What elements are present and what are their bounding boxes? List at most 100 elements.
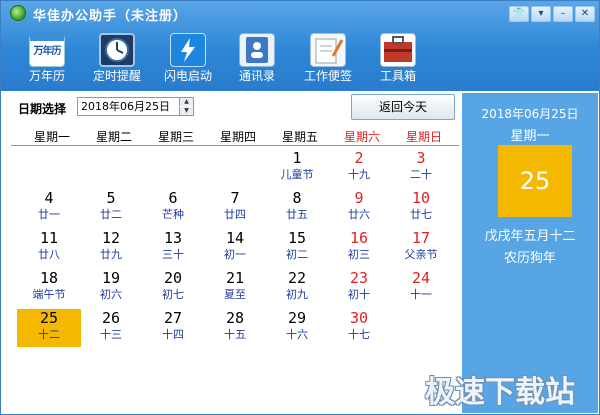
weekday-tue: 星期二 bbox=[95, 130, 132, 144]
lunar-label: 廿二 bbox=[100, 208, 122, 221]
lunar-label: 十一 bbox=[410, 288, 432, 301]
day-number: 6 bbox=[168, 189, 178, 207]
day-number: 15 bbox=[287, 229, 307, 247]
tool-calendar[interactable]: 万年历 万年历 bbox=[15, 31, 79, 87]
calendar-day[interactable]: 27 十四 bbox=[141, 309, 205, 347]
day-number: 10 bbox=[411, 189, 431, 207]
calendar-day[interactable]: 7 廿四 bbox=[203, 189, 267, 227]
day-number: 19 bbox=[101, 269, 121, 287]
calendar-day[interactable]: 4 廿一 bbox=[17, 189, 81, 227]
lunar-label: 初十 bbox=[348, 288, 370, 301]
calendar-day[interactable]: 28 十五 bbox=[203, 309, 267, 347]
day-number: 1 bbox=[292, 149, 302, 167]
lunar-label: 廿六 bbox=[348, 208, 370, 221]
menu-icon[interactable]: ▾ bbox=[531, 6, 551, 22]
calendar-grid: 1 儿童节 2 十九 3 二十 4 廿一 5 廿二 6 芒种 7 廿四 8 廿五 9 廿六 10 廿七 11 廿八 12 廿九… bbox=[11, 149, 459, 349]
day-number: 3 bbox=[416, 149, 426, 167]
calendar-day[interactable]: 9 廿六 bbox=[327, 189, 391, 227]
calendar-day[interactable]: 3 二十 bbox=[389, 149, 453, 187]
day-number: 27 bbox=[163, 309, 183, 327]
lunar-label: 十五 bbox=[224, 328, 246, 341]
detail-ganzhi-date: 戊戌年五月十二 bbox=[484, 229, 576, 244]
calendar-day[interactable]: 6 芒种 bbox=[141, 189, 205, 227]
back-to-today-button[interactable]: 返回今天 bbox=[351, 94, 455, 120]
lunar-label: 端午节 bbox=[32, 288, 66, 301]
calendar-day-selected[interactable]: 25 十二 bbox=[17, 309, 81, 347]
calendar-day[interactable]: 17 父亲节 bbox=[389, 229, 453, 267]
weekday-sat: 星期六 bbox=[343, 130, 380, 144]
calendar-icon: 万年历 bbox=[29, 33, 65, 67]
day-number: 14 bbox=[225, 229, 245, 247]
tool-work-notes[interactable]: 工作便签 bbox=[296, 31, 360, 87]
lunar-label: 夏至 bbox=[224, 288, 246, 301]
lunar-label: 初九 bbox=[286, 288, 308, 301]
lunar-label: 廿五 bbox=[286, 208, 308, 221]
lunar-label: 廿八 bbox=[38, 248, 60, 261]
spin-down-icon[interactable]: ▼ bbox=[179, 107, 193, 115]
calendar-day[interactable]: 15 初二 bbox=[265, 229, 329, 267]
calendar-day[interactable]: 21 夏至 bbox=[203, 269, 267, 307]
lunar-label: 廿七 bbox=[410, 208, 432, 221]
calendar-day[interactable]: 22 初九 bbox=[265, 269, 329, 307]
day-number: 30 bbox=[349, 309, 369, 327]
calendar-day[interactable]: 20 初七 bbox=[141, 269, 205, 307]
tool-quick-launch[interactable]: 闪电启动 bbox=[156, 31, 220, 87]
calendar-day[interactable]: 10 廿七 bbox=[389, 189, 453, 227]
lunar-label: 十二 bbox=[38, 328, 60, 341]
day-number: 20 bbox=[163, 269, 183, 287]
tool-timer-reminder[interactable]: 定时提醒 bbox=[85, 31, 149, 87]
skin-icon[interactable]: 👕 bbox=[509, 6, 529, 22]
tool-timer-reminder-label: 定时提醒 bbox=[92, 69, 141, 83]
lunar-label: 初二 bbox=[286, 248, 308, 261]
title-toolbar: 华佳办公助手（未注册） 👕 ▾ – ✕ 万年历 万年历 定时提醒 闪电启动 通讯… bbox=[1, 1, 599, 91]
calendar-day[interactable]: 11 廿八 bbox=[17, 229, 81, 267]
calendar-day[interactable]: 30 十七 bbox=[327, 309, 391, 347]
lunar-label: 廿九 bbox=[100, 248, 122, 261]
calendar-day[interactable]: 13 三十 bbox=[141, 229, 205, 267]
calendar-day[interactable]: 19 初六 bbox=[79, 269, 143, 307]
calendar-day[interactable]: 2 十九 bbox=[327, 149, 391, 187]
calendar-day[interactable]: 12 廿九 bbox=[79, 229, 143, 267]
day-number: 18 bbox=[39, 269, 59, 287]
weekday-fri: 星期五 bbox=[281, 130, 318, 144]
tool-quick-launch-label: 闪电启动 bbox=[163, 69, 212, 83]
minimize-icon[interactable]: – bbox=[553, 6, 573, 22]
tool-calendar-label: 万年历 bbox=[28, 69, 65, 83]
date-picker-value: 2018年06月25日 bbox=[81, 100, 170, 113]
weekday-mon: 星期一 bbox=[33, 130, 70, 144]
lunar-label: 十七 bbox=[348, 328, 370, 341]
calendar-day[interactable]: 14 初一 bbox=[203, 229, 267, 267]
lunar-label: 父亲节 bbox=[404, 248, 438, 261]
day-number: 12 bbox=[101, 229, 121, 247]
calendar-day[interactable]: 5 廿二 bbox=[79, 189, 143, 227]
calendar-day[interactable]: 24 十一 bbox=[389, 269, 453, 307]
calendar-day[interactable]: 23 初十 bbox=[327, 269, 391, 307]
date-picker-input[interactable]: 2018年06月25日 ▲ ▼ bbox=[77, 97, 194, 116]
lunar-label: 初一 bbox=[224, 248, 246, 261]
detail-date: 2018年06月25日 bbox=[481, 107, 579, 121]
lunar-label: 三十 bbox=[162, 248, 184, 261]
tool-contacts[interactable]: 通讯录 bbox=[225, 31, 289, 87]
day-number: 25 bbox=[39, 309, 59, 327]
weekday-sun: 星期日 bbox=[405, 130, 442, 144]
lunar-label: 儿童节 bbox=[280, 168, 314, 181]
close-icon[interactable]: ✕ bbox=[575, 6, 595, 22]
tool-toolbox[interactable]: 工具箱 bbox=[366, 31, 430, 87]
calendar-day[interactable]: 8 廿五 bbox=[265, 189, 329, 227]
calendar-day[interactable]: 26 十三 bbox=[79, 309, 143, 347]
day-number: 9 bbox=[354, 189, 364, 207]
calendar-day[interactable]: 18 端午节 bbox=[17, 269, 81, 307]
calendar-day[interactable]: 16 初三 bbox=[327, 229, 391, 267]
day-number: 13 bbox=[163, 229, 183, 247]
lunar-label: 十四 bbox=[162, 328, 184, 341]
day-number: 21 bbox=[225, 269, 245, 287]
clock-icon bbox=[99, 33, 135, 67]
spin-up-icon[interactable]: ▲ bbox=[179, 98, 193, 106]
window-title: 华佳办公助手（未注册） bbox=[33, 9, 188, 24]
lunar-label: 初六 bbox=[100, 288, 122, 301]
day-number: 17 bbox=[411, 229, 431, 247]
lunar-label: 二十 bbox=[410, 168, 432, 181]
date-select-label: 日期选择 bbox=[18, 102, 67, 116]
calendar-day[interactable]: 29 十六 bbox=[265, 309, 329, 347]
calendar-day[interactable]: 1 儿童节 bbox=[265, 149, 329, 187]
